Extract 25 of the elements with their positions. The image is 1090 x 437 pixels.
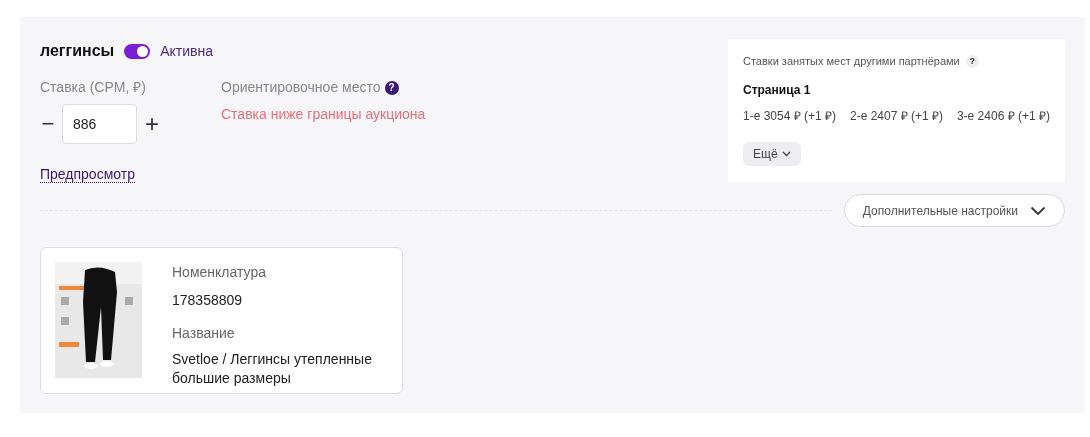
name-label: Название <box>172 324 236 343</box>
place-bid: 2-е 2407 ₽ (+1 ₽) <box>849 107 944 125</box>
campaign-title: леггинсы <box>40 41 115 61</box>
more-button[interactable]: Ещё <box>743 141 801 166</box>
page-title: Страница 1 <box>743 81 812 99</box>
increment-button[interactable]: + <box>143 112 161 136</box>
sku-value: 178358809 <box>172 291 244 310</box>
help-icon[interactable]: ? <box>384 80 399 95</box>
active-toggle[interactable] <box>124 43 151 59</box>
help-icon[interactable]: ? <box>965 54 979 68</box>
product-name: Svetloe / Леггинсы утепленные большие размеры <box>172 350 373 388</box>
decrement-button[interactable]: − <box>40 113 56 135</box>
chevron-down-icon <box>1030 205 1046 216</box>
status-label: Активна <box>160 41 214 61</box>
place-bid: 3-е 2406 ₽ (+1 ₽) <box>956 107 1050 125</box>
bid-input[interactable]: 886 <box>62 104 137 144</box>
advanced-settings-button[interactable]: Дополнительные настройки <box>843 194 1065 227</box>
place-bid: 1-е 3054 ₽ (+1 ₽) <box>743 107 837 125</box>
sku-label: Номенклатура <box>172 263 267 282</box>
chevron-down-icon <box>781 150 791 157</box>
position-label: Ориентировочное место <box>221 78 381 97</box>
preview-link[interactable]: Предпросмотр <box>40 166 135 183</box>
warning-text: Ставка ниже границы аукциона <box>221 105 426 124</box>
competitors-title: Ставки занятых мест другими партнёрами <box>743 54 960 69</box>
bid-label: Ставка (CPM, ₽) <box>40 78 147 97</box>
